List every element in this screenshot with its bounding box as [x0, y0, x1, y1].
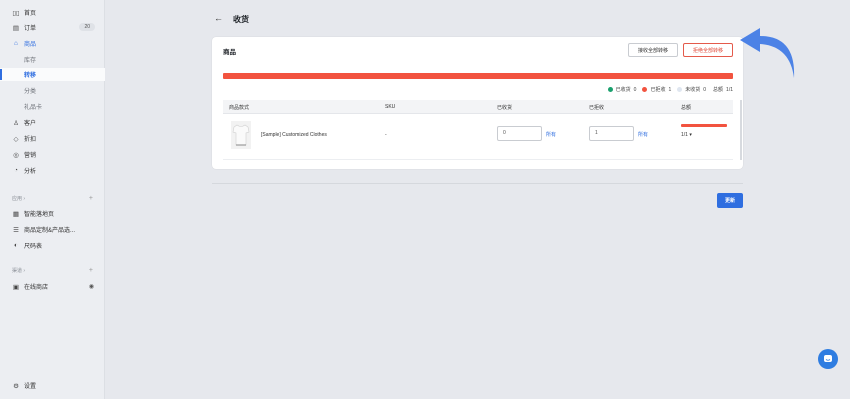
rejected-all-link[interactable]: 所有: [638, 131, 648, 138]
database-icon: ☰: [13, 226, 19, 234]
sidebar-item-app-size-chart[interactable]: ◐ 尺码表: [0, 239, 105, 252]
column-received: 已收货: [497, 105, 513, 111]
orders-icon: ▤: [12, 24, 20, 32]
table-header: 商品款式 SKU 已收货 已拒收 总额: [223, 100, 733, 114]
table-scrollbar[interactable]: [740, 100, 742, 160]
chart-icon: ◔: [14, 167, 18, 174]
pending-dot-icon: [677, 87, 683, 92]
sidebar-item-online-store[interactable]: ▣ 在线商店 ◉: [0, 280, 105, 293]
sidebar-item-app-customizer[interactable]: ☰ 商品定制&产品选...: [0, 223, 105, 236]
page-title: 收货: [233, 15, 249, 24]
row-total-dropdown[interactable]: 1/1 ▾: [681, 132, 692, 138]
eye-icon[interactable]: ◉: [89, 283, 94, 290]
transfer-progress-bar: [223, 73, 733, 79]
orders-count-badge: 20: [79, 23, 95, 31]
sidebar-item-label: 尺码表: [24, 244, 43, 250]
legend-pending-count: 0: [703, 86, 707, 93]
sidebar-item-label: 客户: [24, 121, 37, 127]
sidebar-item-inventory[interactable]: 库存: [0, 53, 105, 66]
sidebar: ▯▯ 首页 ▤ 订单 20 ⌂ 商品 库存 转移 分类 礼品卡 ♙ 客户 ◇ 折…: [0, 0, 105, 399]
sidebar-item-label: 首页: [24, 11, 37, 17]
sidebar-item-transfers[interactable]: 转移: [0, 68, 105, 81]
legend-total-value: 1/1: [726, 86, 733, 93]
status-legend: 已收货 0 已拒收 1 未收货 0 总额 1/1: [602, 86, 733, 93]
column-rejected: 已拒收: [589, 105, 605, 111]
sidebar-section-apps[interactable]: 应用 › +: [0, 192, 105, 205]
sidebar-item-settings[interactable]: ⚙ 设置: [0, 379, 105, 392]
sidebar-item-home[interactable]: ▯▯ 首页: [0, 6, 105, 19]
reject-all-transfers-button[interactable]: 拒绝全部转移: [683, 43, 733, 57]
received-dot-icon: [607, 87, 613, 92]
person-icon: ♙: [13, 119, 19, 127]
received-all-link[interactable]: 所有: [546, 131, 556, 138]
legend-rejected-label: 已拒收: [650, 87, 666, 93]
grid-icon: ▦: [12, 210, 20, 218]
bag-icon: ⌂: [14, 40, 18, 47]
legend-total-label: 总额: [713, 87, 724, 93]
legend-received-count: 0: [633, 86, 637, 93]
legend-received-label: 已收货: [615, 87, 631, 93]
sidebar-item-label: 商品定制&产品选...: [24, 228, 76, 234]
sidebar-item-orders[interactable]: ▤ 订单 20: [0, 21, 105, 34]
callout-arrow-icon: [740, 28, 795, 78]
gear-icon: ⚙: [13, 382, 19, 390]
received-quantity-input[interactable]: 0: [497, 126, 542, 141]
legend-rejected-count: 1: [668, 86, 672, 93]
tshirt-icon: [232, 124, 250, 146]
rejected-dot-icon: [642, 87, 648, 92]
channels-section-label: 渠道 ›: [12, 268, 26, 274]
products-card: 商品 接收全部转移 拒绝全部转移 已收货 0 已拒收 1 未收货 0 总额 1/…: [212, 37, 743, 169]
table-row: [Sample] Customized Clothes - 0 所有 1 所有 …: [223, 114, 733, 160]
sidebar-item-products[interactable]: ⌂ 商品: [0, 37, 105, 50]
sidebar-item-label: 库存: [24, 58, 37, 64]
add-app-icon[interactable]: +: [89, 195, 93, 202]
apps-section-label: 应用 ›: [12, 196, 26, 202]
sidebar-item-marketing[interactable]: ◎ 营销: [0, 148, 105, 161]
chat-support-button[interactable]: [818, 349, 838, 369]
sidebar-item-label: 在线商店: [24, 285, 49, 291]
content-divider: [212, 183, 743, 184]
sidebar-item-collections[interactable]: 分类: [0, 84, 105, 97]
sidebar-item-analytics[interactable]: ◔ 分析: [0, 164, 105, 177]
target-icon: ◎: [13, 151, 19, 159]
chat-icon: [824, 355, 832, 362]
sidebar-item-label: 智能落地页: [24, 212, 55, 218]
ruler-icon: ◐: [14, 242, 18, 249]
sidebar-item-label: 设置: [24, 384, 37, 390]
column-total: 总额: [681, 105, 692, 111]
column-item: 商品款式: [229, 105, 250, 111]
column-sku: SKU: [385, 104, 396, 110]
legend-pending-label: 未收货: [685, 87, 701, 93]
store-icon: ▣: [12, 283, 20, 291]
sidebar-item-label: 营销: [24, 153, 37, 159]
add-channel-icon[interactable]: +: [89, 267, 93, 274]
sidebar-item-gift-cards[interactable]: 礼品卡: [0, 100, 105, 113]
sidebar-item-label: 分析: [24, 169, 37, 175]
tag-icon: ◇: [13, 135, 19, 143]
home-icon: ▯▯: [12, 9, 20, 17]
update-button[interactable]: 更新: [717, 193, 743, 208]
sidebar-item-discounts[interactable]: ◇ 折扣: [0, 132, 105, 145]
card-title: 商品: [223, 49, 236, 56]
sidebar-item-app-landing[interactable]: ▦ 智能落地页: [0, 207, 105, 220]
product-sku: -: [385, 132, 387, 138]
sidebar-item-label: 礼品卡: [24, 105, 43, 111]
sidebar-section-channels[interactable]: 渠道 › +: [0, 264, 105, 277]
sidebar-item-label: 订单: [24, 26, 37, 32]
sidebar-item-label: 折扣: [24, 137, 37, 143]
sidebar-item-customers[interactable]: ♙ 客户: [0, 116, 105, 129]
sidebar-item-label: 分类: [24, 89, 37, 95]
row-progress-bar: [681, 124, 727, 127]
rejected-quantity-input[interactable]: 1: [589, 126, 634, 141]
back-arrow-icon[interactable]: ←: [214, 13, 223, 23]
sidebar-item-label: 商品: [24, 42, 37, 48]
product-name[interactable]: [Sample] Customized Clothes: [261, 132, 327, 138]
accept-all-transfers-button[interactable]: 接收全部转移: [628, 43, 678, 57]
sidebar-item-label: 转移: [24, 73, 37, 79]
product-thumbnail: [231, 121, 251, 149]
progress-fill: [223, 73, 733, 79]
